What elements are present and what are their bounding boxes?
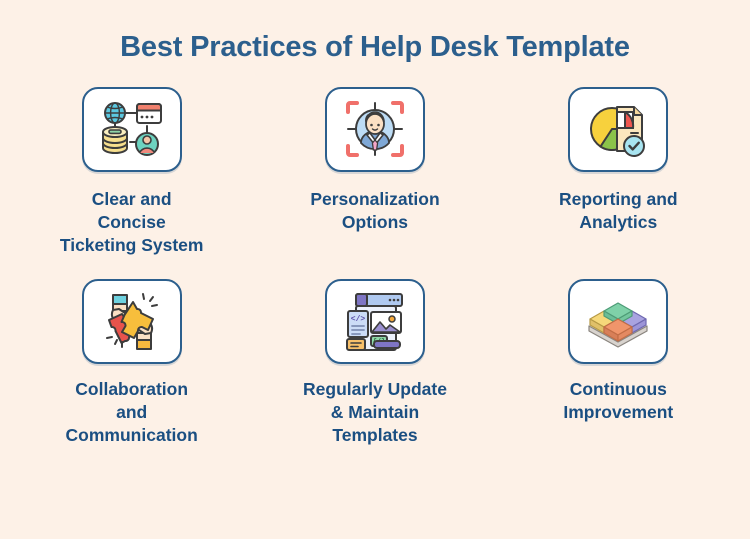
svg-text:</>: </> <box>351 315 366 324</box>
icon-card: </> {/} <box>324 279 425 365</box>
grid-item-ticketing-system[interactable]: Clear and Concise Ticketing System <box>10 86 253 257</box>
grid-item-continuous-improvement[interactable]: Continuous Improvement <box>497 279 740 447</box>
stacked-blocks-isometric-icon <box>588 301 648 348</box>
infographic-root: Best Practices of Help Desk Template Cle… <box>0 0 750 539</box>
grid-item-label: Personalization Options <box>310 188 440 232</box>
grid-item-label: Collaboration and Communication <box>65 379 198 446</box>
pie-chart-report-check-icon <box>590 106 646 158</box>
grid-item-label: Clear and Concise Ticketing System <box>59 188 204 255</box>
network-database-user-icon <box>101 102 162 157</box>
icon-card <box>81 86 182 172</box>
grid-item-label: Regularly Update & Maintain Templates <box>303 379 447 446</box>
icon-card <box>568 279 669 365</box>
grid-item-collaboration-communication[interactable]: Collaboration and Communication <box>10 279 253 447</box>
person-target-focus-icon <box>345 101 404 158</box>
best-practices-grid: Clear and Concise Ticketing System Perso… <box>10 86 740 448</box>
icon-card <box>324 86 425 172</box>
grid-item-update-templates[interactable]: </> {/} <box>253 279 496 447</box>
web-page-template-icon: </> {/} <box>345 292 403 351</box>
hands-puzzle-pieces-icon <box>105 292 158 350</box>
grid-item-label: Reporting and Analytics <box>559 188 678 232</box>
grid-item-reporting-analytics[interactable]: Reporting and Analytics <box>497 86 740 257</box>
grid-item-personalization-options[interactable]: Personalization Options <box>253 86 496 257</box>
page-title: Best Practices of Help Desk Template <box>120 31 630 63</box>
icon-card <box>568 86 669 172</box>
grid-item-label: Continuous Improvement <box>563 379 674 423</box>
icon-card <box>81 279 182 365</box>
